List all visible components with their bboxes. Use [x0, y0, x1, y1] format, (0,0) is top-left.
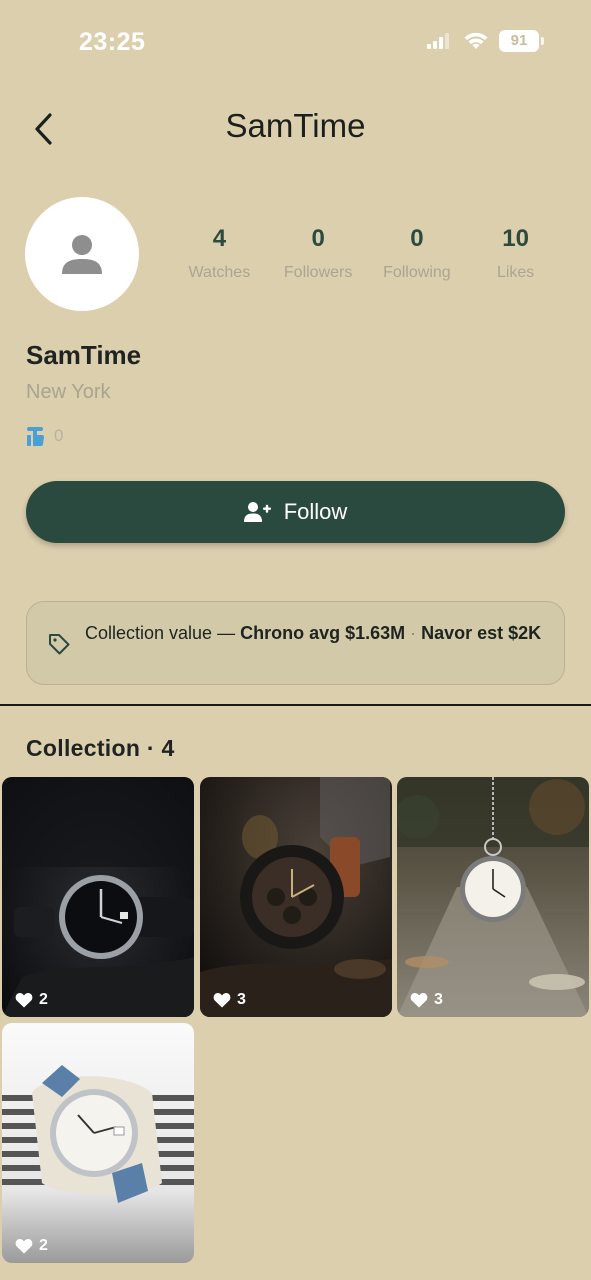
collection-item[interactable]: 3 — [397, 777, 589, 1017]
thumbs-up-icon — [27, 427, 44, 446]
user-icon — [62, 235, 102, 274]
stat-watches[interactable]: 4 Watches — [170, 225, 269, 282]
wifi-icon — [464, 32, 488, 49]
stat-followers[interactable]: 0 Followers — [269, 225, 368, 282]
watch-photo — [2, 1023, 194, 1263]
profile-location: New York — [26, 381, 111, 403]
avatar[interactable] — [25, 197, 139, 311]
battery-icon: 91 — [499, 30, 544, 52]
profile-name: SamTime — [26, 340, 142, 370]
likes-badge: 2 — [15, 991, 48, 1009]
likes-count: 3 — [237, 991, 246, 1008]
tag-icon — [49, 634, 70, 655]
page-title: SamTime — [225, 107, 366, 144]
watch-photo — [200, 777, 392, 1017]
collection-title: Collection · 4 — [26, 735, 175, 761]
top-bar: SamTime — [0, 95, 591, 161]
stat-likes[interactable]: 10 Likes — [466, 225, 565, 282]
stat-following[interactable]: 0 Following — [368, 225, 467, 282]
collection-value-text: Collection value — Chrono avg $1.63M · N… — [85, 621, 545, 646]
status-icons: 91 — [427, 30, 544, 52]
status-bar: 23:25 91 — [0, 0, 591, 90]
collection-value-card: Collection value — Chrono avg $1.63M · N… — [26, 601, 565, 685]
follow-label: Follow — [283, 499, 348, 524]
watch-photo — [397, 777, 589, 1017]
stat-label: Watches — [188, 264, 251, 281]
collection-item[interactable]: 2 — [2, 777, 194, 1017]
likes-badge: 3 — [410, 991, 443, 1009]
collection-item[interactable]: 2 — [2, 1023, 194, 1263]
likes-count: 3 — [434, 991, 443, 1008]
follow-button[interactable]: Follow — [26, 481, 565, 543]
add-user-icon — [243, 502, 271, 522]
stat-value: 4 — [212, 225, 227, 252]
signal-icon — [427, 33, 449, 49]
likes-count: 2 — [39, 991, 48, 1008]
stat-value: 10 — [502, 225, 529, 252]
stat-label: Followers — [283, 264, 353, 281]
profile-stats: 4 Watches 0 Followers 0 Following 10 Lik… — [170, 225, 565, 282]
navor-estimate: Navor est $2K — [421, 623, 542, 643]
stat-label: Likes — [496, 264, 535, 281]
status-time: 23:25 — [79, 28, 146, 56]
heart-icon — [410, 992, 428, 1008]
heart-icon — [15, 1238, 33, 1254]
stat-value: 0 — [311, 225, 325, 252]
heart-icon — [213, 992, 231, 1008]
stat-label: Following — [383, 264, 451, 281]
stat-value: 0 — [410, 225, 424, 252]
likes-badge: 3 — [213, 991, 246, 1009]
likes-badge: 2 — [15, 1237, 48, 1255]
thumbs-up-row[interactable]: 0 — [26, 425, 63, 447]
section-divider — [0, 704, 591, 706]
value-separator: · — [405, 623, 422, 643]
likes-count: 2 — [39, 1237, 48, 1254]
thumbs-up-count: 0 — [54, 426, 64, 445]
value-prefix: Collection value — — [85, 623, 241, 643]
watch-photo — [2, 777, 194, 1017]
chrono-average: Chrono avg $1.63M — [240, 623, 406, 643]
heart-icon — [15, 992, 33, 1008]
collection-item[interactable]: 3 — [200, 777, 392, 1017]
